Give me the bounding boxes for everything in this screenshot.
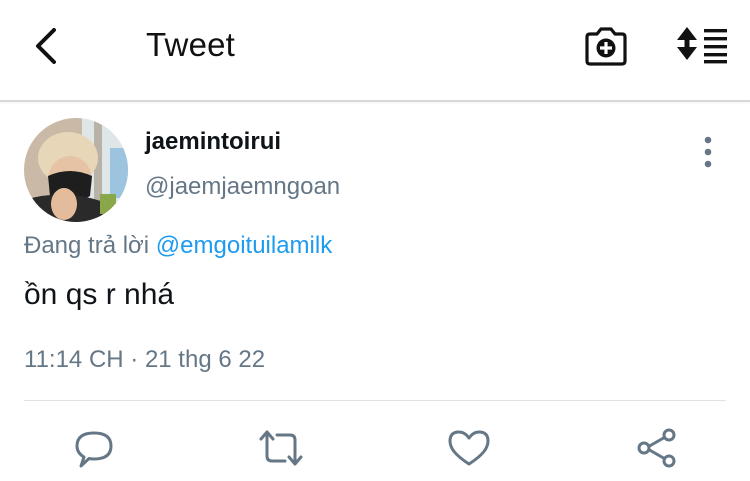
back-button[interactable] [28,24,64,68]
heart-icon [448,430,490,466]
reply-prefix: Đang trả lời [24,232,150,259]
sort-list-icon [677,27,727,64]
vertical-dots-icon [704,136,712,168]
camera-plus-icon [585,27,627,66]
display-name[interactable]: jaemintoirui [145,128,281,156]
comment-icon [75,431,113,468]
divider [24,400,726,401]
top-bar: Tweet [0,0,750,102]
reply-button[interactable] [73,428,117,468]
tweet-timestamp: 11:14 CH · 21 thg 6 22 [24,346,266,373]
user-handle[interactable]: @jaemjaemngoan [145,173,340,201]
chevron-left-icon [36,28,56,64]
retweet-icon [259,430,303,466]
reply-to-link[interactable]: @emgoituilamilk [156,232,332,259]
retweet-button[interactable] [259,428,303,468]
more-options-button[interactable] [696,134,720,170]
avatar[interactable] [24,118,128,222]
share-button[interactable] [635,428,679,468]
sort-button[interactable] [676,25,728,65]
tweet-text: ồn qs r nhá [24,278,175,311]
page-title: Tweet [146,26,236,63]
reply-context: Đang trả lời @emgoituilamilk [24,232,332,260]
share-icon [637,428,676,468]
camera-button[interactable] [584,25,628,67]
like-button[interactable] [447,428,491,468]
